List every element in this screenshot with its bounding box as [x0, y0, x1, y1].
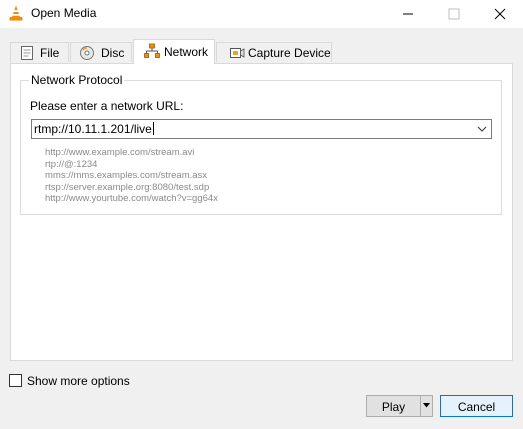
network-url-input[interactable] [32, 120, 454, 138]
show-more-options-label[interactable]: Show more options [27, 374, 130, 388]
tab-disc-label: Disc [101, 46, 125, 60]
network-url-combobox[interactable]: rtmp://10.11.1.201/live [31, 119, 492, 139]
url-example: http://www.example.com/stream.avi [45, 147, 195, 158]
network-panel: Network Protocol Please enter a network … [10, 63, 513, 361]
tab-capture-device[interactable]: Capture Device [216, 42, 332, 62]
tab-disc[interactable]: Disc [70, 42, 132, 62]
play-options-dropdown[interactable] [420, 395, 433, 417]
close-button[interactable] [477, 0, 523, 28]
show-more-options-checkbox[interactable] [9, 374, 22, 387]
tab-capture-device-label: Capture Device [248, 46, 331, 60]
window-title: Open Media [31, 6, 97, 20]
maximize-icon [448, 8, 460, 20]
minimize-button[interactable] [385, 0, 431, 28]
tab-network[interactable]: Network [133, 39, 215, 64]
title-bar: Open Media [0, 0, 523, 28]
minimize-icon [403, 13, 413, 15]
capture-device-icon [230, 48, 245, 58]
cancel-button-label: Cancel [457, 400, 496, 414]
close-icon [494, 8, 506, 20]
play-button[interactable]: Play [366, 395, 421, 417]
group-title: Network Protocol [29, 73, 125, 87]
play-button-label: Play [381, 400, 406, 414]
maximize-button[interactable] [431, 0, 477, 28]
tab-file-label: File [40, 46, 60, 60]
caret-down-icon [423, 403, 430, 408]
url-example: rtp://@:1234 [45, 158, 98, 170]
file-icon [21, 46, 33, 60]
vlc-cone-icon [9, 5, 23, 21]
url-examples: http://www.example.com/stream.avi rtp://… [45, 147, 218, 205]
chevron-down-icon[interactable] [477, 124, 487, 134]
tab-network-label: Network [164, 45, 209, 59]
network-protocol-group: Network Protocol Please enter a network … [20, 73, 502, 215]
cancel-button[interactable]: Cancel [440, 395, 513, 417]
tab-file[interactable]: File [10, 42, 69, 62]
url-example: http://www.yourtube.com/watch?v=gg64x [45, 193, 218, 204]
network-icon [144, 43, 160, 58]
url-example: mms://mms.examples.com/stream.asx [45, 170, 208, 181]
url-label: Please enter a network URL: [30, 99, 184, 113]
disc-icon [80, 46, 94, 60]
url-example: rtsp://server.example.org:8080/test.sdp [45, 181, 210, 193]
